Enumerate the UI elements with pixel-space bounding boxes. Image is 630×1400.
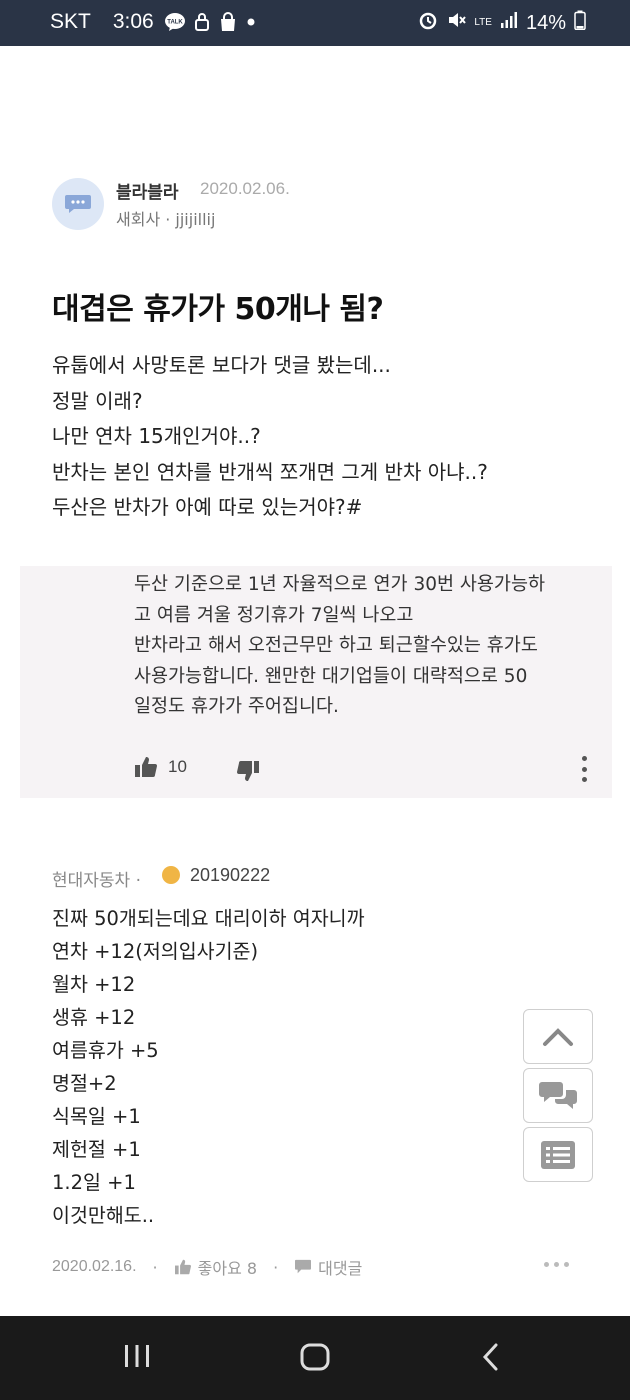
alarm-icon [418, 10, 438, 36]
comment-line: 식목일 +1 [52, 1105, 141, 1128]
comment-body: 진짜 50개되는데요 대리이하 여자니까 연차 +12(저의입사기준) 월차 +… [52, 902, 512, 1232]
commenter-id[interactable]: 20190222 [190, 865, 270, 886]
comment-more-icon[interactable] [544, 1262, 569, 1267]
post-body-line: 정말 이래? [52, 388, 143, 413]
post-body: 유툽에서 사망토론 보다가 댓글 봤는데... 정말 이래? 나만 연차 15개… [52, 348, 612, 526]
comment-line: 명절+2 [52, 1072, 117, 1095]
mute-icon [446, 10, 467, 36]
recent-apps-button[interactable] [122, 1342, 152, 1370]
signal-icon [500, 11, 518, 35]
reply-bubble-icon [295, 1259, 312, 1274]
talk-icon-label: TALK [167, 20, 183, 26]
quoted-comment-line: 반차라고 해서 오전근무만 하고 퇴근할수있는 휴가도 [134, 635, 538, 657]
post-body-line: 반차는 본인 연차를 반개씩 쪼개면 그게 반차 아냐..? [52, 459, 488, 484]
post-body-line: 나만 연차 15개인거야..? [52, 424, 261, 448]
talk-icon: TALK [164, 12, 186, 32]
home-icon [300, 1343, 330, 1371]
thumbs-up-icon [174, 1259, 191, 1275]
user-badge-icon [162, 866, 180, 884]
comments-icon [539, 1081, 577, 1109]
notification-dot-icon [246, 17, 256, 27]
like-button[interactable]: 10 [134, 756, 187, 778]
system-navigation-bar [0, 1316, 630, 1400]
status-bar: SKT 3:06 TALK LTE 14% [0, 0, 630, 46]
list-button[interactable] [523, 1127, 593, 1182]
comment-line: 진짜 50개되는데요 대리이하 여자니까 [52, 907, 365, 930]
like-count: 10 [168, 757, 187, 776]
scroll-to-top-button[interactable] [523, 1009, 593, 1064]
quoted-comment-line: 사용가능합니다. 왠만한 대기업들이 대략적으로 50 [134, 665, 528, 687]
thumbs-up-icon [135, 757, 157, 777]
chat-bubble-icon [65, 195, 91, 213]
author-name[interactable]: 블라블라 [116, 178, 179, 203]
post-title: 대겹은 휴가가 50개나 됨? [52, 292, 384, 327]
carrier-label: SKT [50, 10, 91, 33]
comment-like-label: 좋아요 8 [197, 1259, 258, 1278]
quoted-comment-card: 두산 기준으로 1년 자율적으로 연가 30번 사용가능하 고 여름 겨울 정기… [20, 566, 612, 798]
clock: 3:06 [112, 10, 154, 33]
commenter-company: 현대자동차 · [52, 871, 142, 891]
comment-footer: 2020.02.16. · 좋아요 8 · 대댓글 [52, 1255, 362, 1279]
comment-line: 연차 +12(저의입사기준) [52, 940, 259, 963]
back-icon [482, 1343, 498, 1371]
reply-label: 대댓글 [318, 1259, 363, 1278]
post-date: 2020.02.06. [200, 179, 290, 198]
post-body-line: 두산은 반차가 아예 따로 있는거야?# [52, 495, 363, 519]
reply-button[interactable]: 대댓글 [294, 1255, 362, 1279]
chevron-up-icon [543, 1027, 573, 1046]
thumbs-down-icon [237, 761, 259, 781]
comment-line: 이것만해도.. [52, 1204, 155, 1227]
comments-button[interactable] [523, 1068, 593, 1123]
comment-date: 2020.02.16. [52, 1258, 137, 1275]
comment-line: 1.2일 +1 [52, 1171, 136, 1194]
quoted-comment-line: 두산 기준으로 1년 자율적으로 연가 30번 사용가능하 [134, 574, 545, 595]
comment-line: 제헌절 +1 [52, 1138, 141, 1161]
shopping-bag-icon [218, 12, 238, 32]
back-button[interactable] [478, 1342, 504, 1372]
quoted-comment-line: 고 여름 겨울 정기휴가 7일씩 나오고 [134, 604, 414, 626]
lock-icon [194, 12, 210, 32]
separator-dot: · [152, 1257, 158, 1277]
author-company: 새회사 · jjijillij [116, 210, 216, 229]
dislike-button[interactable] [235, 760, 261, 786]
quoted-comment-line: 일정도 휴가가 주어집니다. [134, 696, 339, 718]
separator-dot: · [273, 1257, 279, 1277]
battery-icon [574, 10, 586, 36]
list-icon [541, 1140, 575, 1169]
home-button[interactable] [299, 1342, 331, 1372]
comment-line: 생휴 +12 [52, 1006, 136, 1029]
comment-like-button[interactable]: 좋아요 8 [174, 1255, 257, 1279]
more-options-icon[interactable] [576, 756, 592, 782]
network-type-label: LTE [474, 17, 492, 28]
comment-line: 여름휴가 +5 [52, 1039, 159, 1062]
recent-apps-icon [125, 1345, 149, 1367]
post-body-line: 유툽에서 사망토론 보다가 댓글 봤는데... [52, 353, 391, 377]
battery-percentage: 14% [525, 11, 566, 34]
comment-line: 월차 +12 [52, 973, 136, 996]
author-avatar[interactable] [52, 178, 104, 230]
quoted-comment-body: 두산 기준으로 1년 자율적으로 연가 30번 사용가능하 고 여름 겨울 정기… [134, 570, 604, 723]
